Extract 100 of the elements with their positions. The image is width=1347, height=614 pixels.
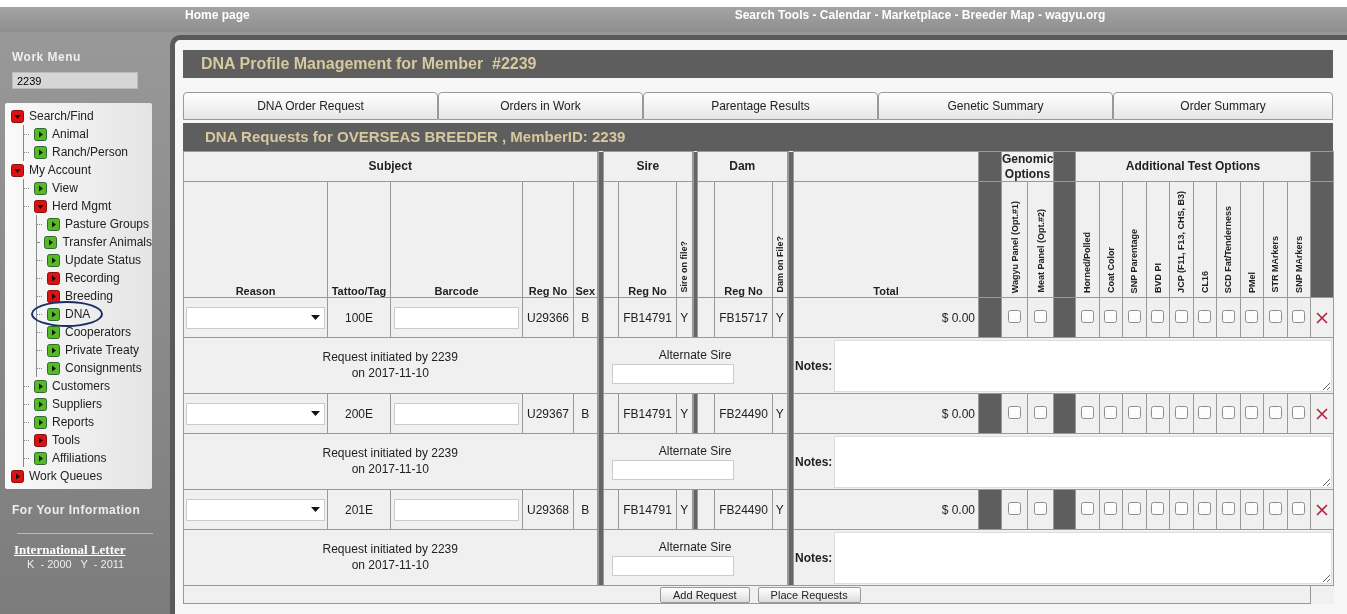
notes-field[interactable] — [834, 435, 1333, 488]
delete-button[interactable] — [1316, 407, 1329, 420]
alternate-sire-field[interactable] — [612, 459, 734, 480]
menu-item[interactable]: Tools — [52, 433, 80, 447]
menu-item[interactable]: Ranch/Person — [52, 145, 129, 159]
form-button[interactable]: Place Requests — [757, 587, 861, 603]
checkbox[interactable] — [1292, 501, 1306, 515]
table-cell: FB14791 — [618, 489, 677, 530]
checkbox[interactable] — [1268, 501, 1282, 515]
expand-down-icon[interactable] — [34, 199, 47, 213]
menu-item[interactable]: Recording — [65, 271, 120, 285]
expand-down-icon[interactable] — [11, 163, 24, 177]
column-header: SNP Parentage — [1129, 227, 1140, 295]
checkbox[interactable] — [1104, 309, 1118, 323]
menu-item[interactable]: Pasture Groups — [65, 217, 150, 231]
checkbox[interactable] — [1008, 405, 1021, 419]
checkbox[interactable] — [1034, 405, 1047, 419]
table-cell: 200E — [327, 393, 391, 434]
menu-item[interactable]: Private Treaty — [65, 343, 140, 357]
checkbox[interactable] — [1008, 309, 1021, 323]
checkbox[interactable] — [1104, 501, 1118, 515]
sidebar-title: Work Menu — [11, 50, 82, 64]
menu-item[interactable]: Customers — [52, 379, 110, 393]
tab[interactable]: DNA Order Request — [183, 92, 438, 120]
checkbox[interactable] — [1034, 501, 1047, 515]
reason-dropdown[interactable] — [186, 498, 325, 521]
checkbox[interactable] — [1127, 405, 1141, 419]
checkbox[interactable] — [1080, 405, 1094, 419]
checkbox[interactable] — [1268, 405, 1282, 419]
checkbox[interactable] — [1151, 309, 1165, 323]
menu-item[interactable]: Consignments — [65, 361, 142, 375]
checkbox[interactable] — [1198, 501, 1212, 515]
reason-dropdown[interactable] — [186, 306, 325, 329]
member-field[interactable]: 2239 — [12, 72, 138, 89]
barcode-field[interactable] — [394, 498, 519, 521]
menu-item[interactable]: Search/Find — [29, 109, 94, 123]
notes-field[interactable] — [834, 531, 1333, 584]
menu-item[interactable]: Cooperators — [65, 325, 132, 339]
checkbox[interactable] — [1127, 309, 1141, 323]
checkbox[interactable] — [1174, 309, 1188, 323]
tab[interactable]: Parentage Results — [643, 92, 878, 120]
expand-down-icon[interactable] — [11, 109, 24, 123]
info-title: For Your Information — [11, 503, 142, 517]
checkbox[interactable] — [1221, 501, 1235, 515]
notes-field[interactable] — [834, 339, 1333, 392]
menu-item[interactable]: Work Queues — [29, 469, 103, 483]
dropdown-caret-icon — [311, 507, 320, 512]
table-cell: U29367 — [522, 393, 574, 434]
table-cell: FB24490 — [714, 393, 773, 434]
checkbox[interactable] — [1151, 405, 1165, 419]
column-header: Reg No — [618, 181, 677, 298]
delete-button[interactable] — [1316, 503, 1329, 516]
tab[interactable]: Order Summary — [1113, 92, 1333, 120]
checkbox[interactable] — [1245, 501, 1259, 515]
barcode-field[interactable] — [394, 402, 519, 425]
checkbox[interactable] — [1268, 309, 1282, 323]
notes-label: Notes: — [795, 358, 834, 373]
checkbox[interactable] — [1080, 501, 1094, 515]
checkbox[interactable] — [1174, 405, 1188, 419]
table-cell: 100E — [327, 297, 391, 338]
request-info: Request initiated by 2239 on 2017-11-10 — [321, 349, 459, 382]
column-header: SNP MArkers — [1293, 235, 1304, 295]
menu-item[interactable]: DNA — [65, 307, 91, 321]
menu-item[interactable]: Transfer Animals — [62, 235, 152, 249]
menu-item[interactable]: My Account — [29, 163, 92, 177]
menu-item[interactable]: Suppliers — [52, 397, 103, 411]
checkbox[interactable] — [1174, 501, 1188, 515]
reason-dropdown[interactable] — [186, 402, 325, 425]
alternate-sire-field[interactable] — [612, 555, 734, 576]
menu-item[interactable]: Herd Mgmt — [52, 199, 112, 213]
checkbox[interactable] — [1151, 501, 1165, 515]
checkbox[interactable] — [1198, 405, 1212, 419]
tab[interactable]: Genetic Summary — [878, 92, 1113, 120]
letter-link[interactable]: International Letter — [5, 542, 165, 558]
checkbox[interactable] — [1221, 405, 1235, 419]
menu-item[interactable]: Update Status — [65, 253, 142, 267]
alternate-sire-field[interactable] — [612, 363, 734, 384]
total-cell: $ 0.00 — [793, 489, 979, 530]
checkbox[interactable] — [1198, 309, 1212, 323]
menu-item[interactable]: Breeding — [65, 289, 114, 303]
checkbox[interactable] — [1034, 309, 1047, 323]
checkbox[interactable] — [1008, 501, 1021, 515]
delete-button[interactable] — [1316, 311, 1329, 324]
checkbox[interactable] — [1245, 309, 1259, 323]
column-header: Reg No — [522, 181, 574, 298]
checkbox[interactable] — [1292, 309, 1306, 323]
menu-item[interactable]: Reports — [52, 415, 95, 429]
checkbox[interactable] — [1104, 405, 1118, 419]
checkbox[interactable] — [1127, 501, 1141, 515]
checkbox[interactable] — [1080, 309, 1094, 323]
barcode-field[interactable] — [394, 306, 519, 329]
menu-item[interactable]: Affiliations — [52, 451, 107, 465]
checkbox[interactable] — [1245, 405, 1259, 419]
tab[interactable]: Orders in Work — [438, 92, 643, 120]
page-title: DNA Profile Management for Member #2239 — [183, 50, 1333, 78]
checkbox[interactable] — [1292, 405, 1306, 419]
menu-item[interactable]: Animal — [52, 127, 89, 141]
checkbox[interactable] — [1221, 309, 1235, 323]
menu-item[interactable]: View — [52, 181, 78, 195]
form-button[interactable]: Add Request — [660, 587, 750, 603]
